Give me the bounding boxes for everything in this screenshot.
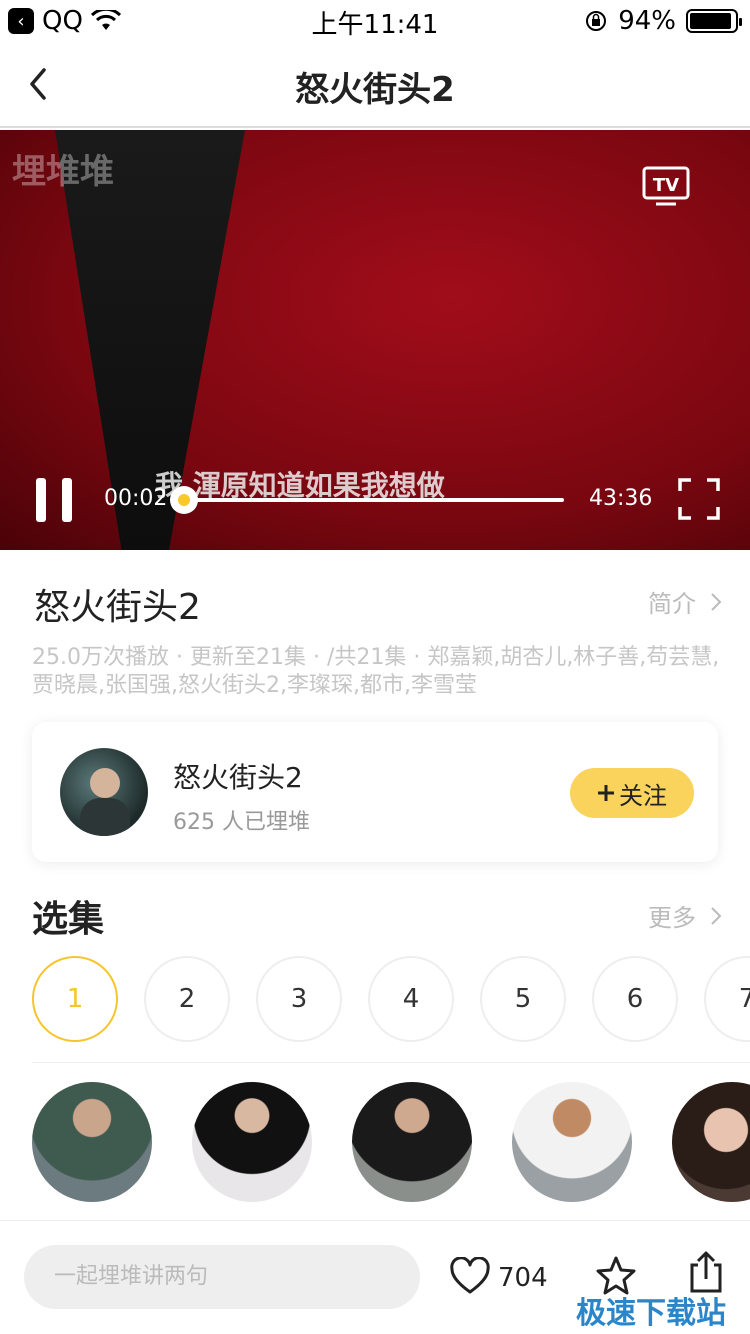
tv-cast-icon[interactable]: TV xyxy=(642,166,690,208)
show-avatar[interactable] xyxy=(60,748,148,836)
current-time: 00:02 xyxy=(104,486,168,511)
episode-list: 1234567 xyxy=(32,956,750,1044)
more-episodes-link[interactable]: 更多 xyxy=(648,898,722,933)
card-show-name: 怒火街头2 xyxy=(173,761,303,794)
divider xyxy=(32,1062,750,1063)
progress-knob[interactable] xyxy=(170,486,198,514)
episode-button[interactable]: 6 xyxy=(592,956,678,1042)
tv-label: TV xyxy=(653,175,679,196)
chevron-right-icon xyxy=(711,592,722,611)
nav-bar: 怒火街头2 xyxy=(0,40,750,128)
cast-avatar[interactable] xyxy=(512,1082,632,1202)
episode-button[interactable]: 2 xyxy=(144,956,230,1042)
progress-track[interactable] xyxy=(183,498,564,502)
rotation-lock-icon xyxy=(586,11,607,31)
heart-icon[interactable] xyxy=(450,1257,490,1297)
comment-input[interactable]: 一起埋堆讲两句 xyxy=(24,1245,420,1309)
intro-link[interactable]: 简介 xyxy=(648,584,722,619)
cast-avatar[interactable] xyxy=(672,1082,750,1202)
status-right: 94% xyxy=(584,6,742,36)
follower-count: 625 人已埋堆 xyxy=(173,810,310,835)
more-label: 更多 xyxy=(648,904,696,932)
episode-button[interactable]: 5 xyxy=(480,956,566,1042)
pause-icon[interactable] xyxy=(36,478,72,522)
progress-knob-dot xyxy=(178,494,190,506)
chevron-right-icon xyxy=(711,906,722,925)
episodes-title: 选集 xyxy=(32,899,105,940)
video-watermark: 埋堆堆 xyxy=(12,152,114,192)
episode-button[interactable]: 4 xyxy=(368,956,454,1042)
fullscreen-icon[interactable] xyxy=(678,478,720,520)
battery-fill xyxy=(690,13,732,29)
plus-icon xyxy=(598,785,614,801)
like-count: 704 xyxy=(498,1263,548,1293)
episode-button[interactable]: 1 xyxy=(32,956,118,1042)
total-time: 43:36 xyxy=(589,486,653,511)
follow-card[interactable]: 怒火街头2 625 人已埋堆 关注 xyxy=(32,722,718,862)
follow-label: 关注 xyxy=(619,781,667,810)
episode-button[interactable]: 3 xyxy=(256,956,342,1042)
site-watermark: 极速下载站 xyxy=(576,1296,726,1331)
intro-label: 简介 xyxy=(648,590,696,618)
battery-icon xyxy=(686,9,742,33)
cast-list xyxy=(32,1082,750,1202)
follow-button[interactable]: 关注 xyxy=(570,768,694,818)
cast-avatar[interactable] xyxy=(352,1082,472,1202)
cast-avatar[interactable] xyxy=(32,1082,152,1202)
show-meta: 25.0万次播放 · 更新至21集 · /共21集 · 郑嘉颖,胡杏儿,林子善,… xyxy=(32,645,720,698)
battery-percent: 94% xyxy=(618,6,676,36)
show-title: 怒火街头2 xyxy=(34,587,201,628)
status-bar: ‹ QQ 上午11:41 94% xyxy=(0,0,750,40)
cast-avatar[interactable] xyxy=(192,1082,312,1202)
page-title: 怒火街头2 xyxy=(295,70,455,110)
episode-button[interactable]: 7 xyxy=(704,956,750,1042)
